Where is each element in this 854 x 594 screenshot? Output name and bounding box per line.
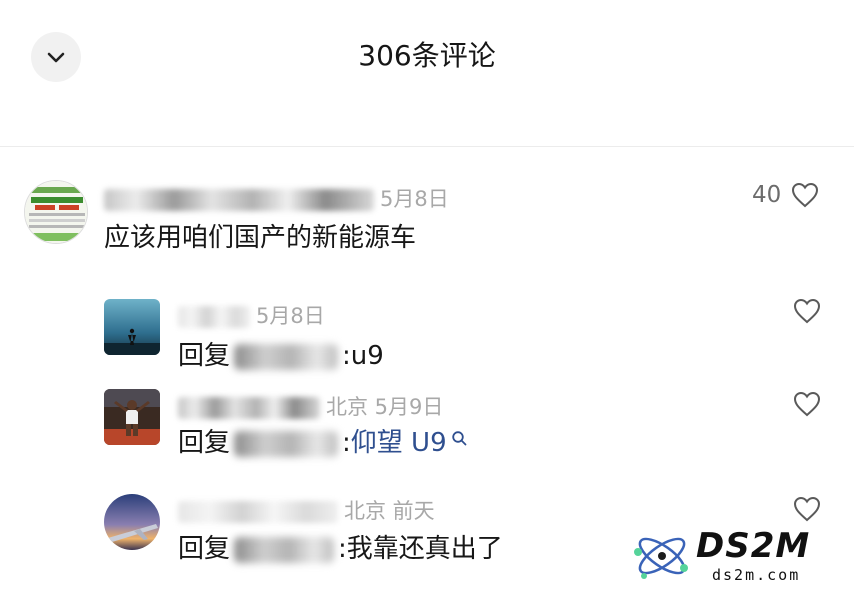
avatar[interactable] [104, 389, 160, 445]
reply-text: 回复 :我靠还真出了 [178, 532, 503, 566]
username-redacted[interactable] [178, 501, 338, 523]
like-button[interactable]: 40 [752, 182, 819, 208]
mention-redacted[interactable] [234, 536, 335, 563]
heart-icon [792, 182, 819, 208]
search-link[interactable]: 仰望 U9 [351, 428, 447, 458]
reply-meta: 北京 5月9日 [178, 391, 443, 421]
avatar[interactable] [104, 299, 160, 355]
username-redacted[interactable] [178, 397, 320, 419]
like-button[interactable] [793, 391, 821, 417]
comment-count-title: 306条评论 [358, 39, 496, 72]
like-button[interactable] [793, 298, 821, 324]
heart-icon [793, 496, 821, 522]
avatar[interactable] [24, 180, 88, 244]
reply-prefix: 回复 [178, 428, 231, 458]
reply-body: :u9 [342, 341, 384, 371]
comment-sheet: 306条评论 5月8日 应该用咱们国产的新能源车 40 5月8日 回复:u9 … [0, 0, 854, 594]
like-count: 40 [752, 182, 782, 208]
mention-redacted[interactable] [234, 430, 339, 457]
reply-meta: 北京 前天 [178, 495, 435, 525]
like-button[interactable] [793, 496, 821, 522]
heart-icon [793, 298, 821, 324]
search-icon[interactable] [451, 430, 469, 448]
avatar[interactable] [104, 494, 160, 550]
reply-prefix: 回复 [178, 534, 231, 564]
watermark-brand: DS2M [696, 526, 811, 566]
divider [0, 146, 854, 147]
username-redacted[interactable] [178, 306, 250, 328]
reply-text: 回复:仰望 U9 [178, 426, 469, 460]
watermark: DS2M ds2m.com [630, 522, 848, 592]
mention-redacted[interactable] [234, 343, 339, 370]
reply-meta: 5月8日 [178, 300, 325, 330]
reply-body: : [342, 428, 351, 458]
atom-logo-icon [634, 537, 688, 579]
comment-text: 应该用咱们国产的新能源车 [104, 223, 417, 253]
reply-body: :我靠还真出了 [338, 534, 503, 564]
comment-meta: 5月8日 [104, 183, 449, 213]
watermark-domain: ds2m.com [712, 566, 801, 584]
heart-icon [793, 391, 821, 417]
username-redacted[interactable] [104, 189, 374, 211]
reply-prefix: 回复 [178, 341, 231, 371]
reply-text: 回复 :u9 [178, 339, 384, 373]
